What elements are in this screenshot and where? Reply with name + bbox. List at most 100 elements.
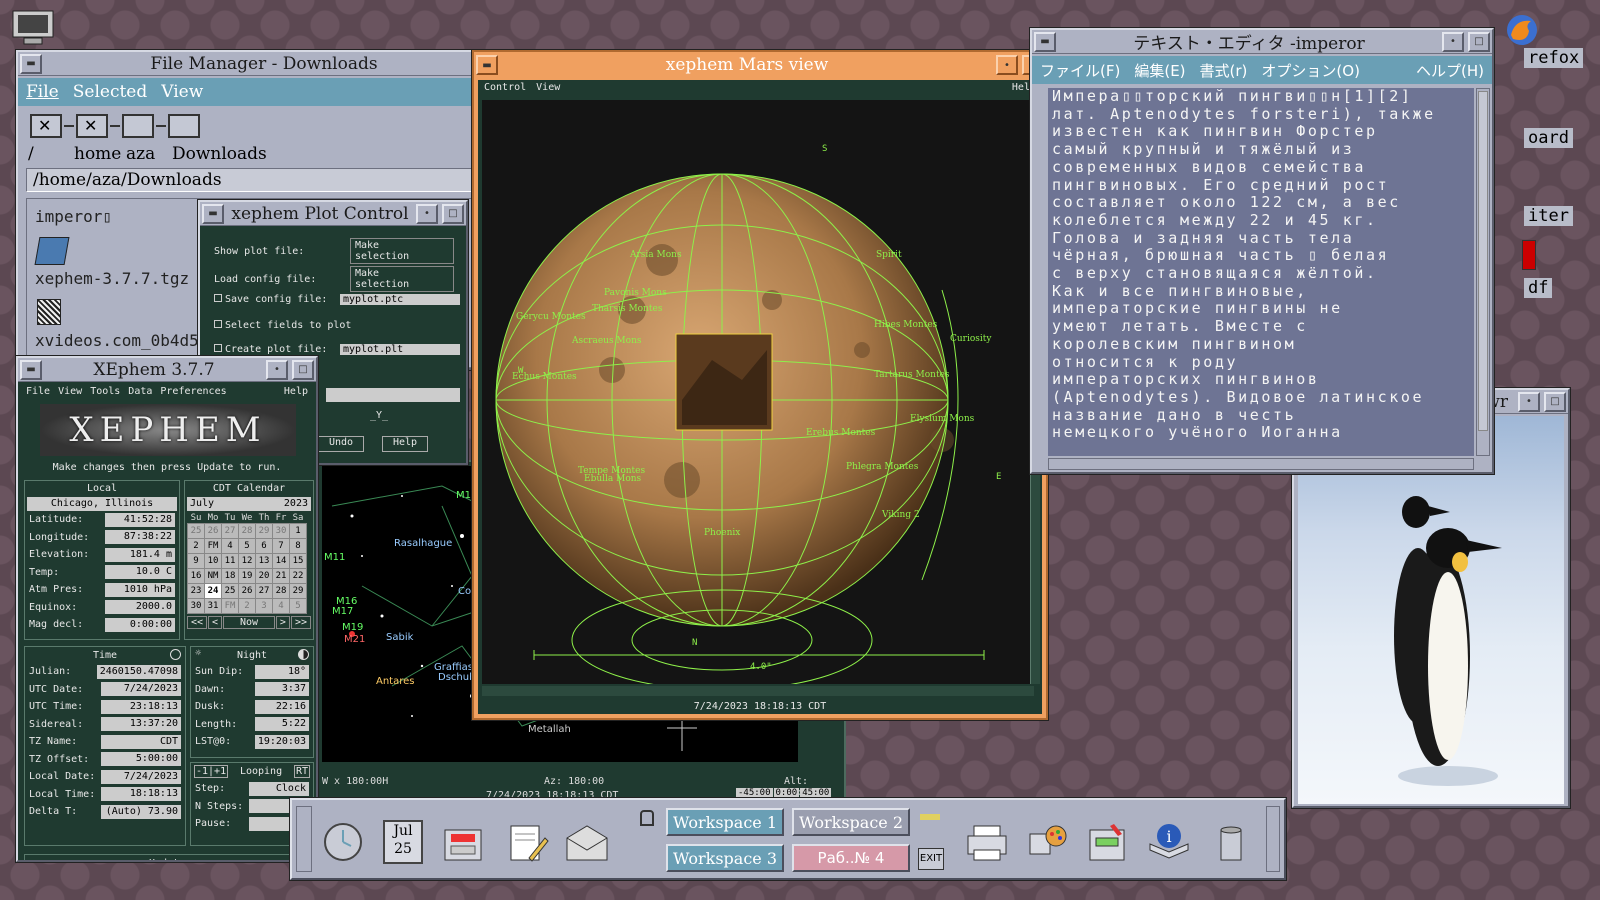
calendar-day[interactable]: 27 [255, 583, 273, 599]
calendar-day[interactable]: 27 [221, 523, 239, 539]
step-pm-button[interactable]: -1|+1 [194, 765, 229, 778]
calendar-day[interactable]: 29 [289, 583, 307, 599]
calendar-day[interactable]: 19 [238, 568, 256, 584]
minimize-button[interactable]: • [1518, 391, 1540, 412]
window-menu-button[interactable]: ▬ [1034, 31, 1056, 52]
plot-field[interactable] [326, 388, 460, 402]
mars-feature-label[interactable]: Phoenix [704, 528, 740, 538]
maximize-button[interactable]: □ [1468, 31, 1490, 52]
calendar-day[interactable]: 10 [204, 553, 222, 569]
create-plot-field[interactable]: myplot.plt [340, 344, 460, 355]
calendar-day[interactable]: 8 [289, 538, 307, 554]
time-value[interactable]: 13:37:20 [101, 717, 181, 732]
calendar-day[interactable]: 25 [187, 523, 205, 539]
show-plot-menu[interactable]: Make selection [350, 238, 454, 264]
file-cabinet-icon[interactable] [436, 816, 490, 868]
calendar-day[interactable]: 26 [238, 583, 256, 599]
mars-feature-label[interactable]: Ascraeus Mons [572, 336, 641, 346]
calendar-nav-button[interactable]: << [187, 616, 208, 629]
menu-file[interactable]: File [26, 386, 50, 398]
sky-label[interactable]: M21 [344, 634, 365, 645]
calendar-day[interactable]: 16 [187, 568, 205, 584]
night-value[interactable]: 5:22 [255, 717, 309, 732]
local-value[interactable]: 10.0 C [105, 565, 175, 580]
path-label-root[interactable]: / [28, 144, 74, 164]
calendar-nav-button[interactable]: >> [290, 616, 311, 629]
path-field[interactable]: /home/aza/Downloads [26, 168, 484, 192]
local-value[interactable]: 2000.0 [105, 600, 175, 615]
mars-feature-label[interactable]: Arsia Mons [630, 250, 682, 260]
calendar-day[interactable]: 2 [238, 598, 256, 614]
exit-button[interactable]: EXIT [918, 848, 944, 870]
mars-feature-label[interactable]: Erebus Montes [806, 428, 875, 438]
mars-feature-label[interactable]: Gerycu Montes [516, 312, 586, 322]
mars-feature-label[interactable]: Ebulla Mons [584, 474, 641, 484]
app-manager-icon[interactable] [1080, 816, 1134, 868]
xephem-titlebar[interactable]: ▬ XEphem 3.7.7 • □ [18, 358, 316, 382]
menu-view[interactable]: View [161, 82, 203, 102]
workspace-1-button[interactable]: Workspace 1 [666, 808, 784, 836]
clock-icon[interactable] [170, 649, 181, 660]
sky-label[interactable]: Sabik [386, 632, 413, 643]
printer-icon[interactable] [960, 816, 1014, 868]
calendar-icon[interactable]: Jul 25 [376, 816, 430, 868]
help-button[interactable]: Help [382, 436, 428, 452]
calendar-day[interactable]: 7 [272, 538, 290, 554]
mars-hscrollbar[interactable] [482, 686, 1034, 696]
menu-file[interactable]: ファイル(F) [1040, 60, 1120, 81]
minimize-button[interactable]: • [416, 203, 438, 224]
help-icon[interactable]: i [1142, 816, 1196, 868]
maximize-button[interactable]: □ [1544, 391, 1566, 412]
calendar-nav-button[interactable]: > [275, 616, 290, 629]
calendar-day[interactable]: 13 [255, 553, 273, 569]
sky-label[interactable]: Rasalhague [394, 538, 452, 549]
mars-feature-label[interactable]: Tartarus Montes [874, 370, 950, 380]
workspace-4-button[interactable]: Раб..№ 4 [792, 844, 910, 872]
list-item[interactable]: xephem-3.7.7.tgz [35, 269, 189, 288]
image-file-icon[interactable] [37, 299, 61, 325]
calendar-day[interactable]: 18 [221, 568, 239, 584]
workspace-2-button[interactable]: Workspace 2 [792, 808, 910, 836]
sky-label[interactable]: Antares [376, 676, 414, 687]
list-item[interactable]: imperor▯ [35, 207, 112, 226]
select-fields-toggle[interactable]: Select fields to plot [214, 320, 351, 331]
menu-file[interactable]: File [26, 82, 59, 102]
local-value[interactable]: 41:52:28 [105, 512, 175, 527]
time-value[interactable]: CDT [101, 734, 181, 749]
mars-feature-label[interactable]: Tharsis Montes [592, 304, 662, 314]
calendar-month-bar[interactable]: July 2023 [187, 497, 311, 511]
list-item[interactable]: xvideos.com_0b4d5 [35, 331, 199, 350]
panel-handle-right[interactable] [1266, 806, 1280, 872]
mars-canvas[interactable]: S N W E Arsia Mons Pavonis Mons Tharsis Mo… [482, 100, 1034, 684]
menu-help[interactable]: Help [284, 386, 308, 398]
style-manager-icon[interactable] [1020, 816, 1074, 868]
archive-file-icon[interactable] [34, 237, 70, 265]
undo-button[interactable]: Undo [318, 436, 364, 452]
workspace-3-button[interactable]: Workspace 3 [666, 844, 784, 872]
minimize-button[interactable]: • [1442, 31, 1464, 52]
load-config-menu[interactable]: Make selection [350, 266, 454, 292]
save-config-toggle[interactable]: Save config file: [214, 294, 327, 305]
menu-data[interactable]: Data [128, 386, 152, 398]
folder-root-icon[interactable]: ✕ [30, 114, 62, 138]
sky-label[interactable]: M19 [342, 622, 363, 633]
calendar-day[interactable]: 30 [272, 523, 290, 539]
save-config-field[interactable]: myplot.ptc [340, 294, 460, 305]
calendar-nav-button[interactable]: Now [223, 616, 275, 629]
maximize-button[interactable]: □ [442, 203, 464, 224]
mars-feature-label[interactable]: Elysium Mons [910, 414, 974, 424]
moon-phase-icon[interactable] [298, 649, 309, 660]
panel-handle-left[interactable] [296, 806, 312, 872]
sky-label[interactable]: M11 [324, 552, 345, 563]
calendar-day[interactable]: 4 [221, 538, 239, 554]
create-plot-toggle[interactable]: Create plot file: [214, 344, 327, 355]
menu-view[interactable]: View [536, 82, 560, 94]
calendar-day[interactable]: FM [221, 598, 239, 614]
minimize-button[interactable]: • [266, 359, 288, 380]
calendar-day[interactable]: 5 [238, 538, 256, 554]
calendar-day[interactable]: 6 [255, 538, 273, 554]
window-menu-button[interactable]: ▬ [202, 203, 224, 224]
path-label-downloads[interactable]: Downloads [172, 144, 267, 164]
calendar-day[interactable]: 3 [255, 598, 273, 614]
calendar-day[interactable]: 1 [289, 523, 307, 539]
